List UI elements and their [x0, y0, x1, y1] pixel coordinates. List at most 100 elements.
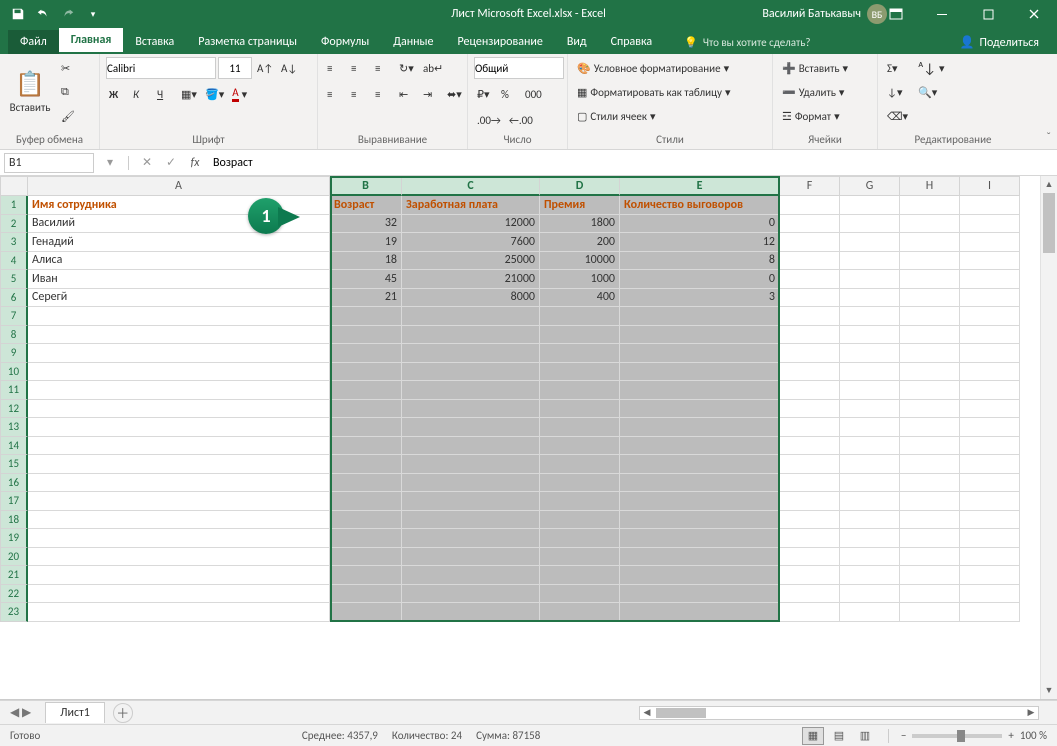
cell-H18[interactable] [900, 511, 960, 530]
cell-B16[interactable] [330, 474, 402, 493]
cell-area[interactable]: Имя сотрудникаВозрастЗаработная платаПре… [28, 196, 1020, 622]
cell-I20[interactable] [960, 548, 1020, 567]
cell-B14[interactable] [330, 437, 402, 456]
cell-I3[interactable] [960, 233, 1020, 252]
cell-D19[interactable] [540, 529, 620, 548]
column-header-B[interactable]: B [330, 176, 402, 196]
data-tab[interactable]: Данные [381, 30, 445, 54]
cell-F16[interactable] [780, 474, 840, 493]
orientation-icon[interactable]: ↻▾ [396, 57, 418, 79]
row-header-22[interactable]: 22 [0, 585, 28, 604]
cell-C19[interactable] [402, 529, 540, 548]
cell-B10[interactable] [330, 363, 402, 382]
find-select-icon[interactable]: 🔍▾ [915, 81, 947, 103]
column-header-C[interactable]: C [402, 176, 540, 196]
cell-G9[interactable] [840, 344, 900, 363]
select-all-corner[interactable] [0, 176, 28, 196]
row-header-23[interactable]: 23 [0, 603, 28, 622]
cell-D8[interactable] [540, 326, 620, 345]
cell-H20[interactable] [900, 548, 960, 567]
cell-A18[interactable] [28, 511, 330, 530]
decrease-font-icon[interactable]: A↓ [278, 57, 300, 79]
cell-F22[interactable] [780, 585, 840, 604]
cell-F6[interactable] [780, 289, 840, 308]
cell-D5[interactable]: 1000 [540, 270, 620, 289]
align-bottom-icon[interactable]: ≡ [372, 57, 394, 79]
ribbon-display-icon[interactable] [873, 0, 919, 28]
cell-F14[interactable] [780, 437, 840, 456]
zoom-control[interactable]: − + 100 % [901, 729, 1047, 742]
increase-decimal-icon[interactable]: .00→ [474, 109, 504, 131]
format-cells-button[interactable]: ☲Формат▾ [779, 105, 871, 127]
row-header-21[interactable]: 21 [0, 566, 28, 585]
formula-input[interactable] [207, 153, 1057, 173]
spreadsheet-grid[interactable]: ABCDEFGHI 123456789101112131415161718192… [0, 176, 1057, 700]
align-right-icon[interactable]: ≡ [372, 83, 394, 105]
increase-font-icon[interactable]: A↑ [254, 57, 276, 79]
cell-G4[interactable] [840, 252, 900, 271]
cell-A21[interactable] [28, 566, 330, 585]
cell-H4[interactable] [900, 252, 960, 271]
column-header-D[interactable]: D [540, 176, 620, 196]
enter-formula-icon[interactable]: ✓ [159, 155, 183, 170]
cell-A16[interactable] [28, 474, 330, 493]
cell-G19[interactable] [840, 529, 900, 548]
column-header-A[interactable]: A [28, 176, 330, 196]
font-color-icon[interactable]: A▾ [229, 83, 251, 105]
cell-I12[interactable] [960, 400, 1020, 419]
bold-button[interactable]: Ж [106, 83, 128, 105]
cell-E4[interactable]: 8 [620, 252, 780, 271]
new-sheet-button[interactable]: ＋ [113, 703, 133, 723]
vscroll-thumb[interactable] [1043, 193, 1055, 253]
cell-B15[interactable] [330, 455, 402, 474]
number-format-select[interactable] [474, 57, 564, 79]
cell-D22[interactable] [540, 585, 620, 604]
format-painter-icon[interactable]: 🖌 [58, 105, 80, 127]
scroll-up-icon[interactable]: ▲ [1041, 176, 1057, 193]
hscroll-thumb[interactable] [656, 708, 706, 718]
cell-E7[interactable] [620, 307, 780, 326]
cell-D14[interactable] [540, 437, 620, 456]
copy-icon[interactable]: ⧉ [58, 81, 80, 103]
cell-I21[interactable] [960, 566, 1020, 585]
clear-icon[interactable]: ⌫▾ [884, 105, 911, 127]
cell-F17[interactable] [780, 492, 840, 511]
cell-G11[interactable] [840, 381, 900, 400]
cell-G15[interactable] [840, 455, 900, 474]
cell-E11[interactable] [620, 381, 780, 400]
cell-A14[interactable] [28, 437, 330, 456]
cell-H6[interactable] [900, 289, 960, 308]
fill-color-icon[interactable]: 🪣▾ [202, 83, 227, 105]
cell-D10[interactable] [540, 363, 620, 382]
cell-G16[interactable] [840, 474, 900, 493]
autosum-icon[interactable]: Σ▾ [884, 57, 911, 79]
cell-D12[interactable] [540, 400, 620, 419]
review-tab[interactable]: Рецензирование [446, 30, 555, 54]
cell-C13[interactable] [402, 418, 540, 437]
cell-I23[interactable] [960, 603, 1020, 622]
cell-D20[interactable] [540, 548, 620, 567]
cell-A15[interactable] [28, 455, 330, 474]
cell-B9[interactable] [330, 344, 402, 363]
cell-E5[interactable]: 0 [620, 270, 780, 289]
zoom-out-icon[interactable]: − [901, 729, 906, 742]
sort-filter-icon[interactable]: ᴬ↓▾ [915, 57, 947, 79]
tell-me-search[interactable]: 💡 Что вы хотите сделать? [674, 31, 820, 54]
cell-I19[interactable] [960, 529, 1020, 548]
cell-E23[interactable] [620, 603, 780, 622]
cell-C3[interactable]: 7600 [402, 233, 540, 252]
cell-F18[interactable] [780, 511, 840, 530]
font-size-select[interactable] [218, 57, 252, 79]
cell-G21[interactable] [840, 566, 900, 585]
cell-I15[interactable] [960, 455, 1020, 474]
fx-icon[interactable]: fx [183, 156, 207, 170]
cell-F11[interactable] [780, 381, 840, 400]
cell-C20[interactable] [402, 548, 540, 567]
formulas-tab[interactable]: Формулы [309, 30, 381, 54]
cell-G23[interactable] [840, 603, 900, 622]
cell-F1[interactable] [780, 196, 840, 215]
row-header-8[interactable]: 8 [0, 326, 28, 345]
row-header-2[interactable]: 2 [0, 215, 28, 234]
maximize-icon[interactable] [965, 0, 1011, 28]
cell-C15[interactable] [402, 455, 540, 474]
